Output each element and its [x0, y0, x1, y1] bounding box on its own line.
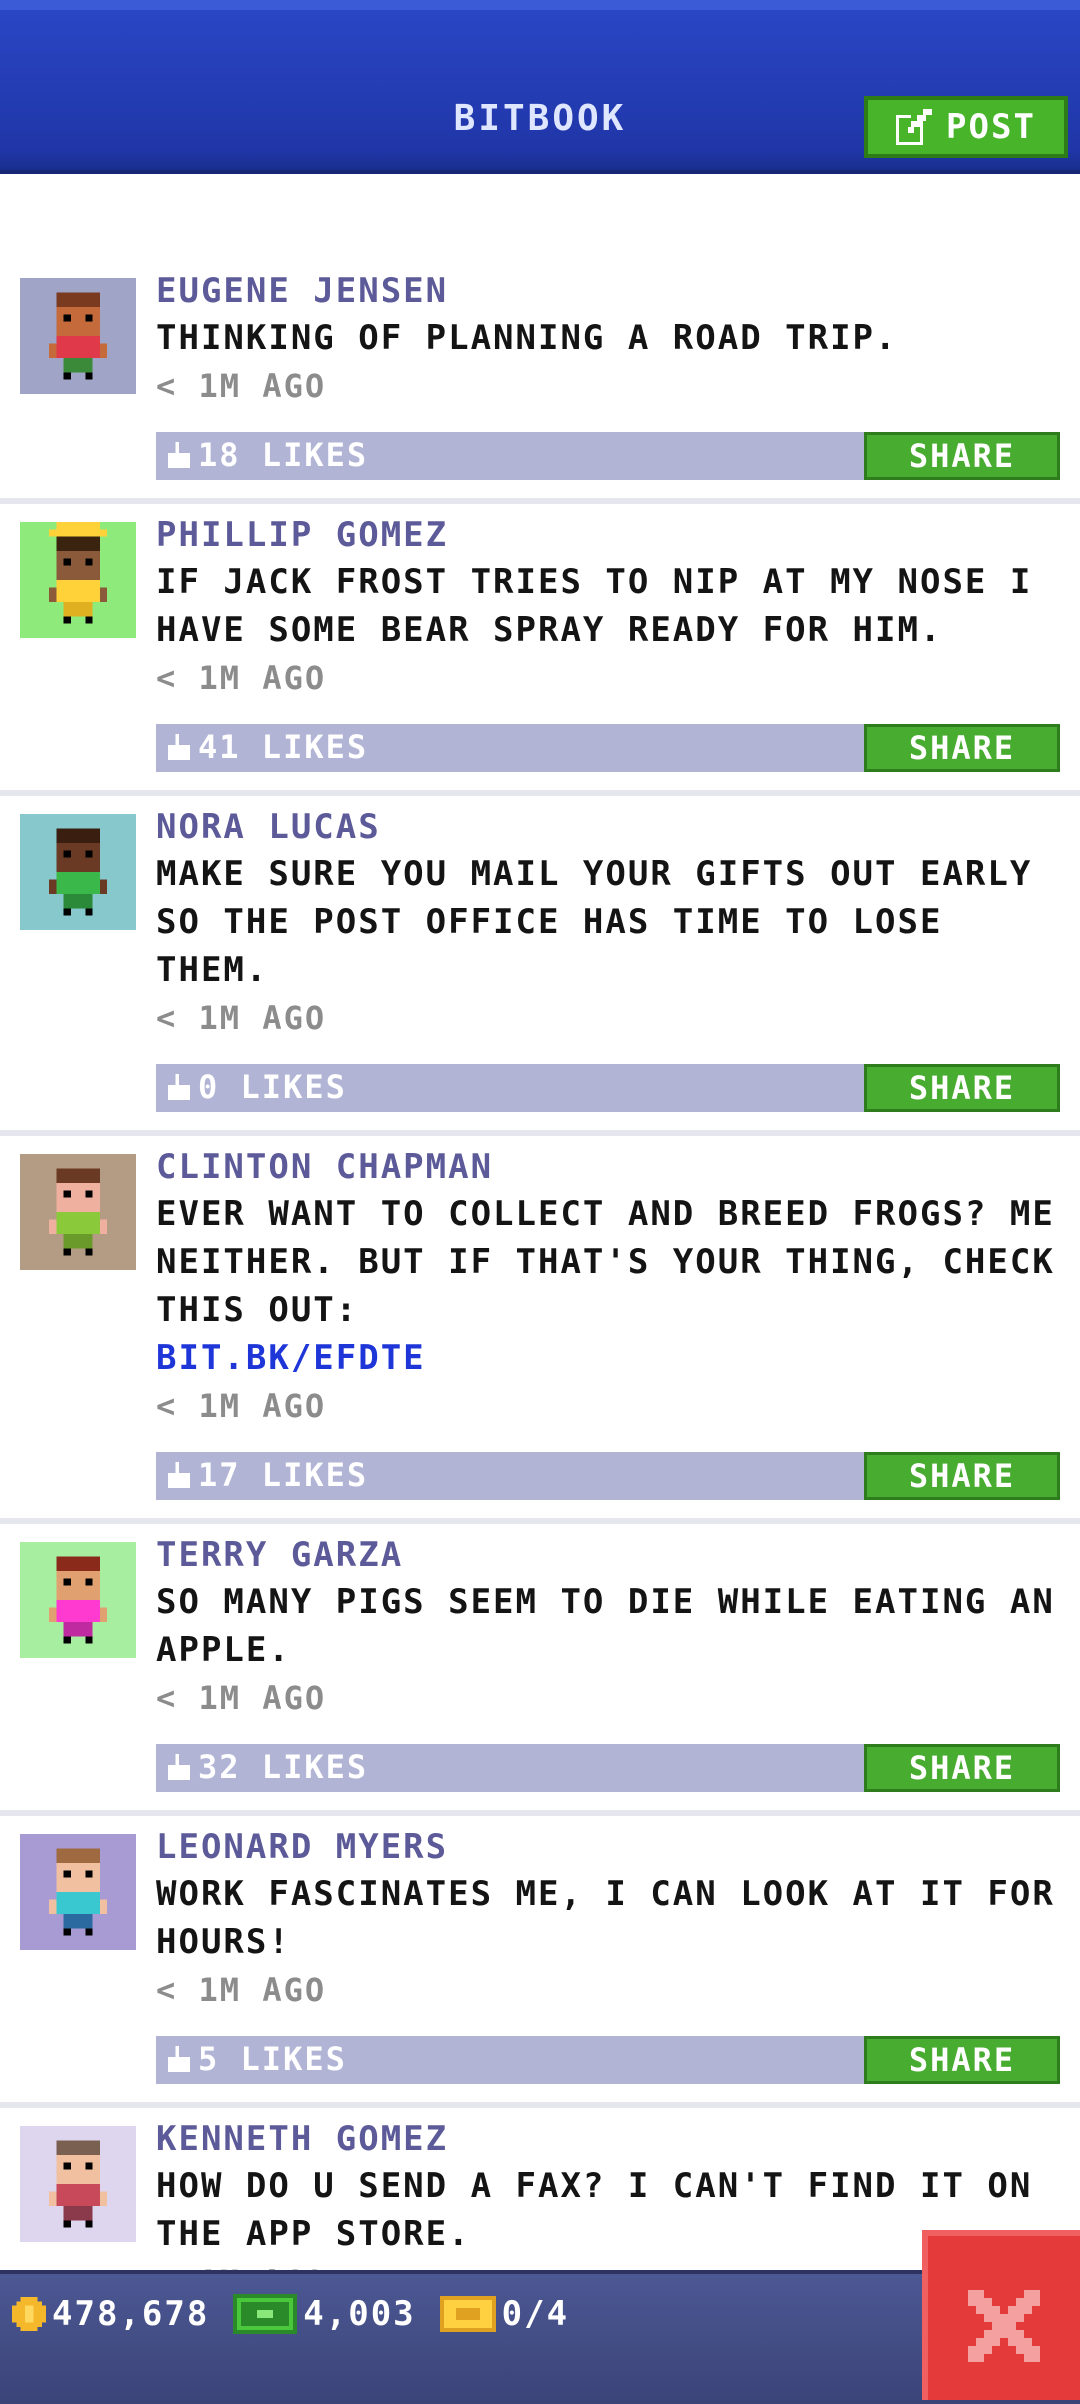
like-count-label: 32 LIKES	[198, 1748, 369, 1786]
thumbs-up-icon	[168, 442, 190, 468]
like-count[interactable]: 32 LIKES	[168, 1748, 368, 1786]
avatar-sprite-icon	[20, 1834, 136, 1950]
share-button[interactable]: SHARE	[864, 724, 1060, 772]
feed-post: PHILLIP GOMEZ IF JACK FROST TRIES TO NIP …	[0, 504, 1080, 796]
like-count[interactable]: 5 LIKES	[168, 2040, 347, 2078]
close-icon	[968, 2290, 1040, 2362]
like-bar: 5 LIKES SHARE	[156, 2036, 1060, 2084]
post-author-name[interactable]: CLINTON CHAPMAN	[156, 1144, 1080, 1190]
bux-value: 4,003	[303, 2294, 416, 2334]
status-bar: 478,678 4,003 0/4	[0, 2270, 1080, 2404]
bux-stat: 4,003	[233, 2294, 415, 2334]
share-button[interactable]: SHARE	[864, 1452, 1060, 1500]
feed-post: CLINTON CHAPMAN EVER WANT TO COLLECT AND …	[0, 1136, 1080, 1524]
post-button-label: POST	[946, 107, 1036, 147]
like-bar: 17 LIKES SHARE	[156, 1452, 1060, 1500]
like-count-label: 0 LIKES	[198, 1068, 347, 1106]
share-button[interactable]: SHARE	[864, 1064, 1060, 1112]
avatar[interactable]	[20, 1154, 136, 1270]
avatar[interactable]	[20, 278, 136, 394]
post-timestamp: < 1M AGO	[156, 1679, 327, 1717]
post-author-name[interactable]: KENNETH GOMEZ	[156, 2116, 1080, 2162]
header-top-line	[0, 0, 1080, 10]
like-bar: 18 LIKES SHARE	[156, 432, 1060, 480]
feed-list: EUGENE JENSEN THINKING OF PLANNING A ROAD…	[0, 260, 1080, 2312]
thumbs-up-icon	[168, 1074, 190, 1100]
post-author-name[interactable]: EUGENE JENSEN	[156, 268, 1080, 314]
avatar[interactable]	[20, 522, 136, 638]
tickets-stat: 0/4	[439, 2294, 570, 2334]
post-message: THINKING OF PLANNING A ROAD TRIP.	[156, 318, 898, 358]
ticket-icon	[439, 2296, 496, 2332]
coins-value: 478,678	[52, 2294, 210, 2334]
avatar[interactable]	[20, 814, 136, 930]
post-author-name[interactable]: LEONARD MYERS	[156, 1824, 1080, 1870]
avatar-sprite-icon	[20, 1542, 136, 1658]
feed-post: LEONARD MYERS WORK FASCINATES ME, I CAN L…	[0, 1816, 1080, 2108]
coins-stat: 478,678	[12, 2294, 209, 2334]
avatar-sprite-icon	[20, 2126, 136, 2242]
like-count[interactable]: 0 LIKES	[168, 1068, 347, 1106]
header-bar: BITBOOK POST	[0, 0, 1080, 174]
thumbs-up-icon	[168, 1754, 190, 1780]
post-message: EVER WANT TO COLLECT AND BREED FROGS? ME…	[156, 1194, 1055, 1330]
post-message: WORK FASCINATES ME, I CAN LOOK AT IT FOR…	[156, 1874, 1055, 1962]
post-message: SO MANY PIGS SEEM TO DIE WHILE EATING AN…	[156, 1582, 1055, 1670]
like-count-label: 17 LIKES	[198, 1456, 369, 1494]
like-count-label: 41 LIKES	[198, 728, 369, 766]
like-bar: 0 LIKES SHARE	[156, 1064, 1060, 1112]
post-author-name[interactable]: NORA LUCAS	[156, 804, 1080, 850]
thumbs-up-icon	[168, 734, 190, 760]
feed-post: EUGENE JENSEN THINKING OF PLANNING A ROAD…	[0, 260, 1080, 504]
share-button[interactable]: SHARE	[864, 2036, 1060, 2084]
coin-icon	[12, 2297, 46, 2331]
like-count[interactable]: 18 LIKES	[168, 436, 368, 474]
like-count[interactable]: 17 LIKES	[168, 1456, 368, 1494]
post-message: MAKE SURE YOU MAIL YOUR GIFTS OUT EARLY …	[156, 854, 1033, 990]
tickets-value: 0/4	[501, 2294, 570, 2334]
avatar[interactable]	[20, 2126, 136, 2242]
post-timestamp: < 1M AGO	[156, 1971, 327, 2009]
avatar-sprite-icon	[20, 522, 136, 638]
post-link[interactable]: BIT.BK/EFDTE	[156, 1334, 1080, 1382]
avatar-sprite-icon	[20, 278, 136, 394]
post-timestamp: < 1M AGO	[156, 367, 327, 405]
like-count-label: 5 LIKES	[198, 2040, 347, 2078]
like-bar: 32 LIKES SHARE	[156, 1744, 1060, 1792]
avatar[interactable]	[20, 1834, 136, 1950]
close-button[interactable]	[922, 2230, 1080, 2400]
avatar[interactable]	[20, 1542, 136, 1658]
bux-icon	[233, 2294, 298, 2334]
thumbs-up-icon	[168, 2046, 190, 2072]
avatar-sprite-icon	[20, 1154, 136, 1270]
share-button[interactable]: SHARE	[864, 432, 1060, 480]
like-bar: 41 LIKES SHARE	[156, 724, 1060, 772]
share-button[interactable]: SHARE	[864, 1744, 1060, 1792]
post-author-name[interactable]: TERRY GARZA	[156, 1532, 1080, 1578]
post-timestamp: < 1M AGO	[156, 659, 327, 697]
like-count[interactable]: 41 LIKES	[168, 728, 368, 766]
post-message: IF JACK FROST TRIES TO NIP AT MY NOSE I …	[156, 562, 1033, 650]
post-timestamp: < 1M AGO	[156, 1387, 327, 1425]
avatar-sprite-icon	[20, 814, 136, 930]
feed-post: TERRY GARZA SO MANY PIGS SEEM TO DIE WHIL…	[0, 1524, 1080, 1816]
thumbs-up-icon	[168, 1462, 190, 1488]
like-count-label: 18 LIKES	[198, 436, 369, 474]
post-author-name[interactable]: PHILLIP GOMEZ	[156, 512, 1080, 558]
feed-post: NORA LUCAS MAKE SURE YOU MAIL YOUR GIFTS …	[0, 796, 1080, 1136]
post-timestamp: < 1M AGO	[156, 999, 327, 1037]
post-button[interactable]: POST	[864, 96, 1068, 158]
compose-icon	[896, 109, 933, 145]
